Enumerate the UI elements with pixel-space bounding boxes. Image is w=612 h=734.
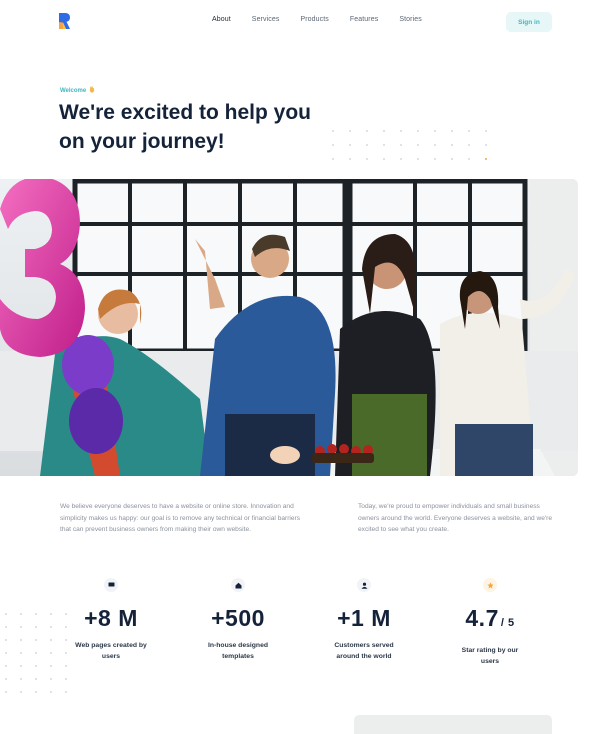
- decorative-dot: [400, 158, 402, 160]
- nav-item-stories[interactable]: Stories: [399, 16, 422, 23]
- decorative-dot-grid: [332, 130, 487, 160]
- decorative-dot: [35, 678, 37, 680]
- stat-label: Customers served around the world: [334, 642, 394, 660]
- stat-value: +1 M: [337, 605, 391, 631]
- decorative-dot: [50, 665, 52, 667]
- decorative-dot: [434, 130, 436, 132]
- decorative-dot: [20, 626, 22, 628]
- decorative-dot: [332, 144, 334, 146]
- decorative-dot: [5, 652, 7, 654]
- decorative-dot: [35, 626, 37, 628]
- nav-item-about[interactable]: About: [212, 16, 231, 23]
- decorative-dot: [485, 130, 487, 132]
- decorative-dot: [366, 158, 368, 160]
- hero-photo: [0, 179, 578, 476]
- decorative-dot: [20, 652, 22, 654]
- brand-logo[interactable]: [58, 12, 72, 30]
- decorative-dot: [5, 678, 7, 680]
- nav-item-services[interactable]: Services: [252, 16, 280, 23]
- stat-label: In-house designed templates: [207, 642, 269, 660]
- stat-value: +8 M: [84, 605, 138, 631]
- decorative-dot: [349, 144, 351, 146]
- about-paragraph-left: We believe everyone deserves to have a w…: [60, 503, 301, 533]
- decorative-dot: [65, 665, 67, 667]
- decorative-dot: [451, 144, 453, 146]
- next-section-card: [354, 715, 552, 734]
- decorative-dot: [5, 613, 7, 615]
- decorative-dot: [35, 691, 37, 693]
- decorative-dot: [485, 158, 487, 160]
- decorative-dot: [366, 144, 368, 146]
- waving-hand-icon: [89, 86, 95, 95]
- decorative-dot: [383, 158, 385, 160]
- decorative-dot: [485, 144, 487, 146]
- decorative-dot: [332, 158, 334, 160]
- decorative-dot: [20, 639, 22, 641]
- decorative-dot: [35, 613, 37, 615]
- decorative-dot: [383, 130, 385, 132]
- decorative-dot: [468, 130, 470, 132]
- decorative-dot: [35, 639, 37, 641]
- user-icon: [357, 578, 371, 592]
- nav-item-products[interactable]: Products: [300, 16, 328, 23]
- stat-templates: +500 In-house designed templates: [178, 578, 298, 662]
- stat-label: Star rating by our users: [461, 647, 519, 665]
- decorative-dot: [451, 158, 453, 160]
- stat-suffix: / 5: [500, 617, 515, 629]
- star-icon: [483, 578, 497, 592]
- decorative-dot: [50, 691, 52, 693]
- monitor-icon: [104, 578, 118, 592]
- stat-customers: +1 M Customers served around the world: [304, 578, 424, 662]
- about-paragraph-right: Today, we're proud to empower individual…: [358, 503, 553, 533]
- hero-headline: We're excited to help you on your journe…: [59, 101, 311, 153]
- decorative-dot: [65, 691, 67, 693]
- decorative-dot: [434, 158, 436, 160]
- stat-rating: 4.7/ 5 Star rating by our users: [430, 578, 550, 667]
- decorative-dot: [451, 130, 453, 132]
- welcome-eyebrow: Welcome: [60, 86, 95, 95]
- decorative-dot: [20, 665, 22, 667]
- decorative-dot: [35, 665, 37, 667]
- stat-value: +500: [211, 605, 265, 631]
- nav-item-features[interactable]: Features: [350, 16, 378, 23]
- decorative-dot: [5, 665, 7, 667]
- decorative-dot: [65, 678, 67, 680]
- decorative-dot: [417, 130, 419, 132]
- decorative-dot: [400, 130, 402, 132]
- decorative-dot: [366, 130, 368, 132]
- decorative-dot: [332, 130, 334, 132]
- decorative-dot: [349, 130, 351, 132]
- decorative-dot: [5, 626, 7, 628]
- decorative-dot: [50, 678, 52, 680]
- decorative-dot: [417, 144, 419, 146]
- decorative-dot: [468, 144, 470, 146]
- decorative-dot: [349, 158, 351, 160]
- decorative-dot: [383, 144, 385, 146]
- decorative-dot: [20, 678, 22, 680]
- stat-web-pages: +8 M Web pages created by users: [51, 578, 171, 662]
- decorative-dot: [5, 691, 7, 693]
- welcome-label: Welcome: [60, 87, 87, 94]
- decorative-dot: [5, 639, 7, 641]
- decorative-dot: [434, 144, 436, 146]
- decorative-dot: [417, 158, 419, 160]
- home-icon: [231, 578, 245, 592]
- decorative-dot: [20, 613, 22, 615]
- stat-value: 4.7: [465, 605, 499, 631]
- decorative-dot: [20, 691, 22, 693]
- stat-label: Web pages created by users: [75, 642, 147, 660]
- decorative-dot: [468, 158, 470, 160]
- main-nav: About Services Products Features Stories: [212, 16, 443, 23]
- decorative-dot: [400, 144, 402, 146]
- sign-in-button[interactable]: Sign in: [506, 12, 552, 32]
- decorative-dot: [35, 652, 37, 654]
